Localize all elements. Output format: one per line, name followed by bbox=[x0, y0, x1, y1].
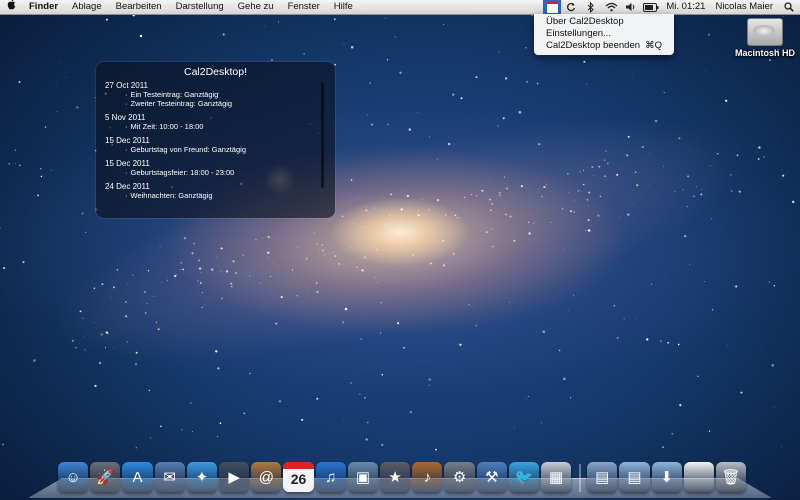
menu-item-label: Einstellungen... bbox=[546, 28, 611, 39]
dock-separator bbox=[579, 464, 582, 492]
menu-item-shortcut: ⌘Q bbox=[645, 40, 662, 51]
bluetooth-icon[interactable] bbox=[581, 0, 601, 14]
cal2desktop-dropdown-menu: Über Cal2Desktop Einstellungen... Cal2De… bbox=[534, 14, 674, 55]
event-item: Geburtstagsfeier: 18:00 - 23:00 bbox=[105, 168, 317, 177]
widget-title: Cal2Desktop! bbox=[183, 66, 248, 78]
apple-menu-icon[interactable] bbox=[0, 0, 22, 15]
volume-icon[interactable] bbox=[621, 0, 641, 14]
iphoto-icon[interactable]: ▣ bbox=[347, 462, 379, 492]
garageband-icon[interactable]: ♪ bbox=[412, 462, 443, 492]
widget-scrollbar[interactable] bbox=[321, 82, 324, 188]
event-date: 27 Oct 2011 bbox=[105, 81, 148, 90]
twitter-icon[interactable]: 🐦 bbox=[508, 462, 540, 492]
mail-stamp-icon[interactable]: ✉ bbox=[154, 462, 185, 492]
event-date: 15 Dec 2011 bbox=[105, 159, 150, 168]
menu-clock[interactable]: Mi. 01:21 bbox=[661, 0, 710, 14]
menu-user-name[interactable]: Nicolas Maier bbox=[710, 0, 778, 14]
macintosh-hd-drive[interactable]: Macintosh HD bbox=[734, 18, 796, 58]
app-store-icon[interactable]: A bbox=[122, 462, 153, 492]
menu-bar: Finder Ablage Bearbeiten Darstellung Geh… bbox=[0, 0, 800, 15]
calendar-day-number: 26 bbox=[290, 471, 307, 487]
cal2desktop-icon[interactable] bbox=[543, 0, 562, 14]
safari-icon[interactable]: ✦ bbox=[186, 462, 218, 492]
itunes-icon[interactable]: ♫ bbox=[315, 462, 346, 492]
calculator-icon[interactable]: ▦ bbox=[541, 462, 572, 492]
menu-hilfe[interactable]: Hilfe bbox=[327, 0, 360, 14]
imovie-icon[interactable]: ★ bbox=[380, 462, 411, 492]
applications-folder-icon[interactable]: ▤ bbox=[587, 462, 618, 492]
menu-item-quit[interactable]: Cal2Desktop beenden ⌘Q bbox=[534, 40, 674, 52]
menu-gehe-zu[interactable]: Gehe zu bbox=[231, 0, 281, 14]
drive-label: Macintosh HD bbox=[734, 48, 795, 58]
launchpad-icon[interactable]: 🚀 bbox=[90, 462, 121, 492]
event-item: Ein Testeintrag: Ganztägig bbox=[105, 90, 317, 99]
document-icon[interactable] bbox=[683, 462, 714, 492]
event-item: Mit Zeit: 10:00 - 18:00 bbox=[105, 122, 317, 131]
event-item: Weihnachten: Ganztägig bbox=[105, 191, 317, 200]
menu-darstellung[interactable]: Darstellung bbox=[169, 0, 231, 14]
sync-icon[interactable] bbox=[561, 0, 581, 14]
xcode-icon[interactable]: ⚒ bbox=[476, 462, 507, 492]
menu-item-preferences[interactable]: Einstellungen... bbox=[534, 28, 674, 40]
hard-drive-icon[interactable] bbox=[747, 18, 783, 46]
trash-icon[interactable]: 🗑 bbox=[715, 462, 747, 492]
menu-item-label: Über Cal2Desktop bbox=[546, 16, 624, 27]
event-list: 27 Oct 2011 Ein Testeintrag: Ganztägig Z… bbox=[105, 81, 317, 200]
dock: ☺ 🚀 A ✉ ✦ ▶ @26 ♫ ▣ ★ ♪ ⚙ ⚒ 🐦 ▦ ▤ ▤ ⬇ 🗑 bbox=[58, 456, 748, 492]
event-date: 24 Dec 2011 bbox=[105, 182, 150, 191]
cal2desktop-widget: Cal2Desktop! 27 Oct 2011 Ein Testeintrag… bbox=[96, 62, 335, 218]
facetime-icon[interactable]: ▶ bbox=[219, 462, 250, 492]
downloads-folder-icon[interactable]: ⬇ bbox=[651, 462, 682, 492]
menu-bearbeiten[interactable]: Bearbeiten bbox=[109, 0, 169, 14]
menu-item-label: Cal2Desktop beenden bbox=[546, 40, 641, 51]
menu-ablage[interactable]: Ablage bbox=[65, 0, 109, 14]
event-date: 5 Nov 2011 bbox=[105, 113, 146, 122]
menu-app-name[interactable]: Finder bbox=[22, 0, 65, 14]
event-item: Zweiter Testeintrag: Ganztägig bbox=[105, 99, 317, 108]
menu-item-about[interactable]: Über Cal2Desktop bbox=[534, 16, 674, 28]
system-preferences-icon[interactable]: ⚙ bbox=[444, 462, 475, 492]
event-date: 15 Dec 2011 bbox=[105, 136, 150, 145]
wifi-icon[interactable] bbox=[601, 0, 621, 14]
ical-icon[interactable]: 26 bbox=[283, 462, 314, 492]
address-book-icon[interactable]: @ bbox=[251, 462, 282, 492]
documents-folder-icon[interactable]: ▤ bbox=[619, 462, 650, 492]
finder-icon[interactable]: ☺ bbox=[58, 462, 89, 492]
event-item: Geburtstag von Freund: Ganztägig bbox=[105, 145, 317, 154]
menu-extras: Mi. 01:21 Nicolas Maier bbox=[543, 0, 800, 14]
spotlight-search-icon[interactable] bbox=[778, 0, 800, 14]
battery-icon[interactable] bbox=[641, 0, 661, 14]
menu-fenster[interactable]: Fenster bbox=[281, 0, 327, 14]
